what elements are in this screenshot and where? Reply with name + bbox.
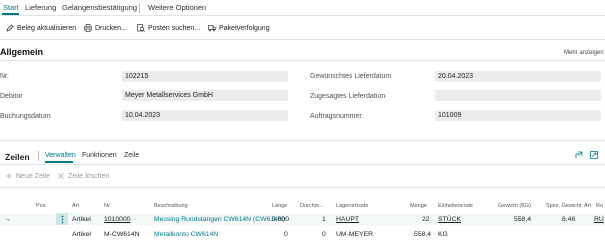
field-value-gewuenschtes-lieferdatum[interactable]: 20.04.2023 (435, 71, 601, 82)
cell-spez-gewicht[interactable]: 8,46 (562, 216, 575, 223)
col-header-pos[interactable]: Pos. (36, 203, 47, 209)
divider (0, 60, 605, 61)
cell-lagerortcode[interactable]: HAUPT (336, 216, 359, 223)
lines-tab-zeile[interactable]: Zeile (124, 152, 139, 159)
cell-art[interactable]: Artikel (72, 216, 91, 223)
field-label-buchungsdatum: Buchungsdatum (0, 113, 51, 120)
delete-line-icon (57, 172, 65, 180)
expand-icon[interactable] (590, 151, 598, 161)
share-icon[interactable] (575, 151, 583, 161)
col-header-menge[interactable]: Menge (410, 203, 427, 209)
tab-gelangensbestaetigung[interactable]: Gelangensbestätigung (62, 3, 137, 12)
pencil-icon (6, 24, 14, 32)
divider (0, 140, 605, 141)
cell-beschreibung[interactable]: Messing Rundstangen CW614N (CW614N) (154, 216, 285, 223)
divider (0, 15, 605, 16)
lines-tab-verwalten[interactable]: Verwalten (45, 152, 76, 159)
cell-menge[interactable]: 22 (422, 216, 430, 223)
new-line-icon (5, 172, 13, 180)
tab-lieferung[interactable]: Lieferung (25, 3, 56, 12)
cell-laenge[interactable]: 3.000 (272, 216, 289, 223)
search-doc-icon (137, 24, 145, 32)
cell-lagerortcode[interactable]: UM-MEYER (336, 231, 373, 238)
col-header-nr[interactable]: Nr. (104, 203, 111, 209)
general-section-title[interactable]: Allgemein (0, 47, 43, 57)
field-value-zugesagtes-lieferdatum[interactable] (435, 90, 601, 101)
cell-durchmesser[interactable]: 1 (322, 216, 326, 223)
field-value-nr[interactable]: 102215 (122, 71, 288, 82)
divider (0, 164, 605, 165)
cell-nr[interactable]: 1010000 (104, 216, 130, 223)
new-line-button[interactable]: Neue Zeile (5, 172, 50, 180)
update-document-button[interactable]: Beleg aktualisieren (6, 24, 76, 32)
print-label: Drucken... (95, 24, 127, 32)
delete-line-button[interactable]: Zeile löschen (57, 172, 109, 180)
divider (0, 39, 605, 40)
field-label-zugesagtes-lieferdatum: Zugesagtes Lieferdatum (310, 93, 386, 100)
col-header-laenge[interactable]: Länge (272, 203, 287, 209)
update-document-label: Beleg aktualisieren (17, 24, 77, 32)
cell-einheitencode[interactable]: STÜCK (438, 216, 461, 223)
cell-einheitencode[interactable]: KG (438, 231, 448, 238)
col-header-art-2[interactable]: Art (584, 203, 591, 209)
field-label-auftragsnummer: Auftragsnummer (310, 113, 362, 120)
row-indicator-arrow: → (4, 216, 11, 223)
active-lines-tab-indicator (45, 161, 73, 163)
col-header-lagerortcode[interactable]: Lagerortcode (336, 203, 368, 209)
cell-durchmesser[interactable]: 0 (322, 231, 326, 238)
printer-icon (84, 24, 92, 32)
show-more-link[interactable]: Mehr anzeigen (564, 50, 604, 56)
truck-icon (208, 24, 216, 32)
col-header-beschreibung[interactable]: Beschreibung (154, 203, 188, 209)
ribbon-tabs: Start Lieferung Gelangensbestätigung Wei… (0, 0, 605, 15)
field-value-debitor[interactable]: Meyer Metallservices GmbH (122, 90, 288, 101)
cell-nr[interactable]: M-CW614N (104, 231, 140, 238)
col-header-gewicht[interactable]: Gewicht (KG) (498, 203, 531, 209)
package-tracking-button[interactable]: Paketverfolgung (208, 24, 270, 32)
lines-section-title[interactable]: Zeilen (5, 152, 30, 162)
package-tracking-label: Paketverfolgung (219, 24, 270, 32)
row-menu-icon[interactable] (56, 213, 68, 225)
cell-art-2[interactable]: RU (594, 216, 604, 223)
cell-laenge[interactable]: 0 (284, 231, 288, 238)
col-header-ru[interactable]: Ru (596, 203, 603, 209)
col-header-spez-gewicht[interactable]: Spez. Gewicht (546, 203, 581, 209)
find-entries-button[interactable]: Posten suchen... (137, 24, 200, 32)
divider (0, 187, 605, 188)
cell-beschreibung[interactable]: Metallkonto CW614N (154, 231, 218, 238)
col-header-durchmesser[interactable]: Durchm... (300, 203, 324, 209)
lines-separator (38, 151, 39, 161)
tab-weitere-optionen[interactable]: Weitere Optionen (148, 3, 206, 12)
field-label-debitor: Debitor (0, 93, 23, 100)
cell-gewicht[interactable]: 558,4 (514, 216, 531, 223)
cell-art[interactable]: Artikel (72, 231, 91, 238)
tab-start[interactable]: Start (3, 3, 19, 12)
field-value-auftragsnummer[interactable]: 101009 (435, 110, 601, 121)
col-header-einheitencode[interactable]: Einheitencode (438, 203, 473, 209)
cell-menge[interactable]: 558,4 (414, 231, 431, 238)
new-line-label: Neue Zeile (16, 172, 50, 180)
find-entries-label: Posten suchen... (148, 24, 201, 32)
col-header-art[interactable]: Art (72, 203, 79, 209)
field-label-gewuenschtes-lieferdatum: Gewünschtes Lieferdatum (310, 73, 392, 80)
delete-line-label: Zeile löschen (68, 172, 110, 180)
print-button[interactable]: Drucken... (84, 24, 127, 32)
tab-separator (139, 3, 140, 13)
field-value-buchungsdatum[interactable]: 10.04.2023 (122, 110, 288, 121)
field-label-nr: Nr. (0, 73, 9, 80)
lines-tab-funktionen[interactable]: Funktionen (82, 152, 117, 159)
